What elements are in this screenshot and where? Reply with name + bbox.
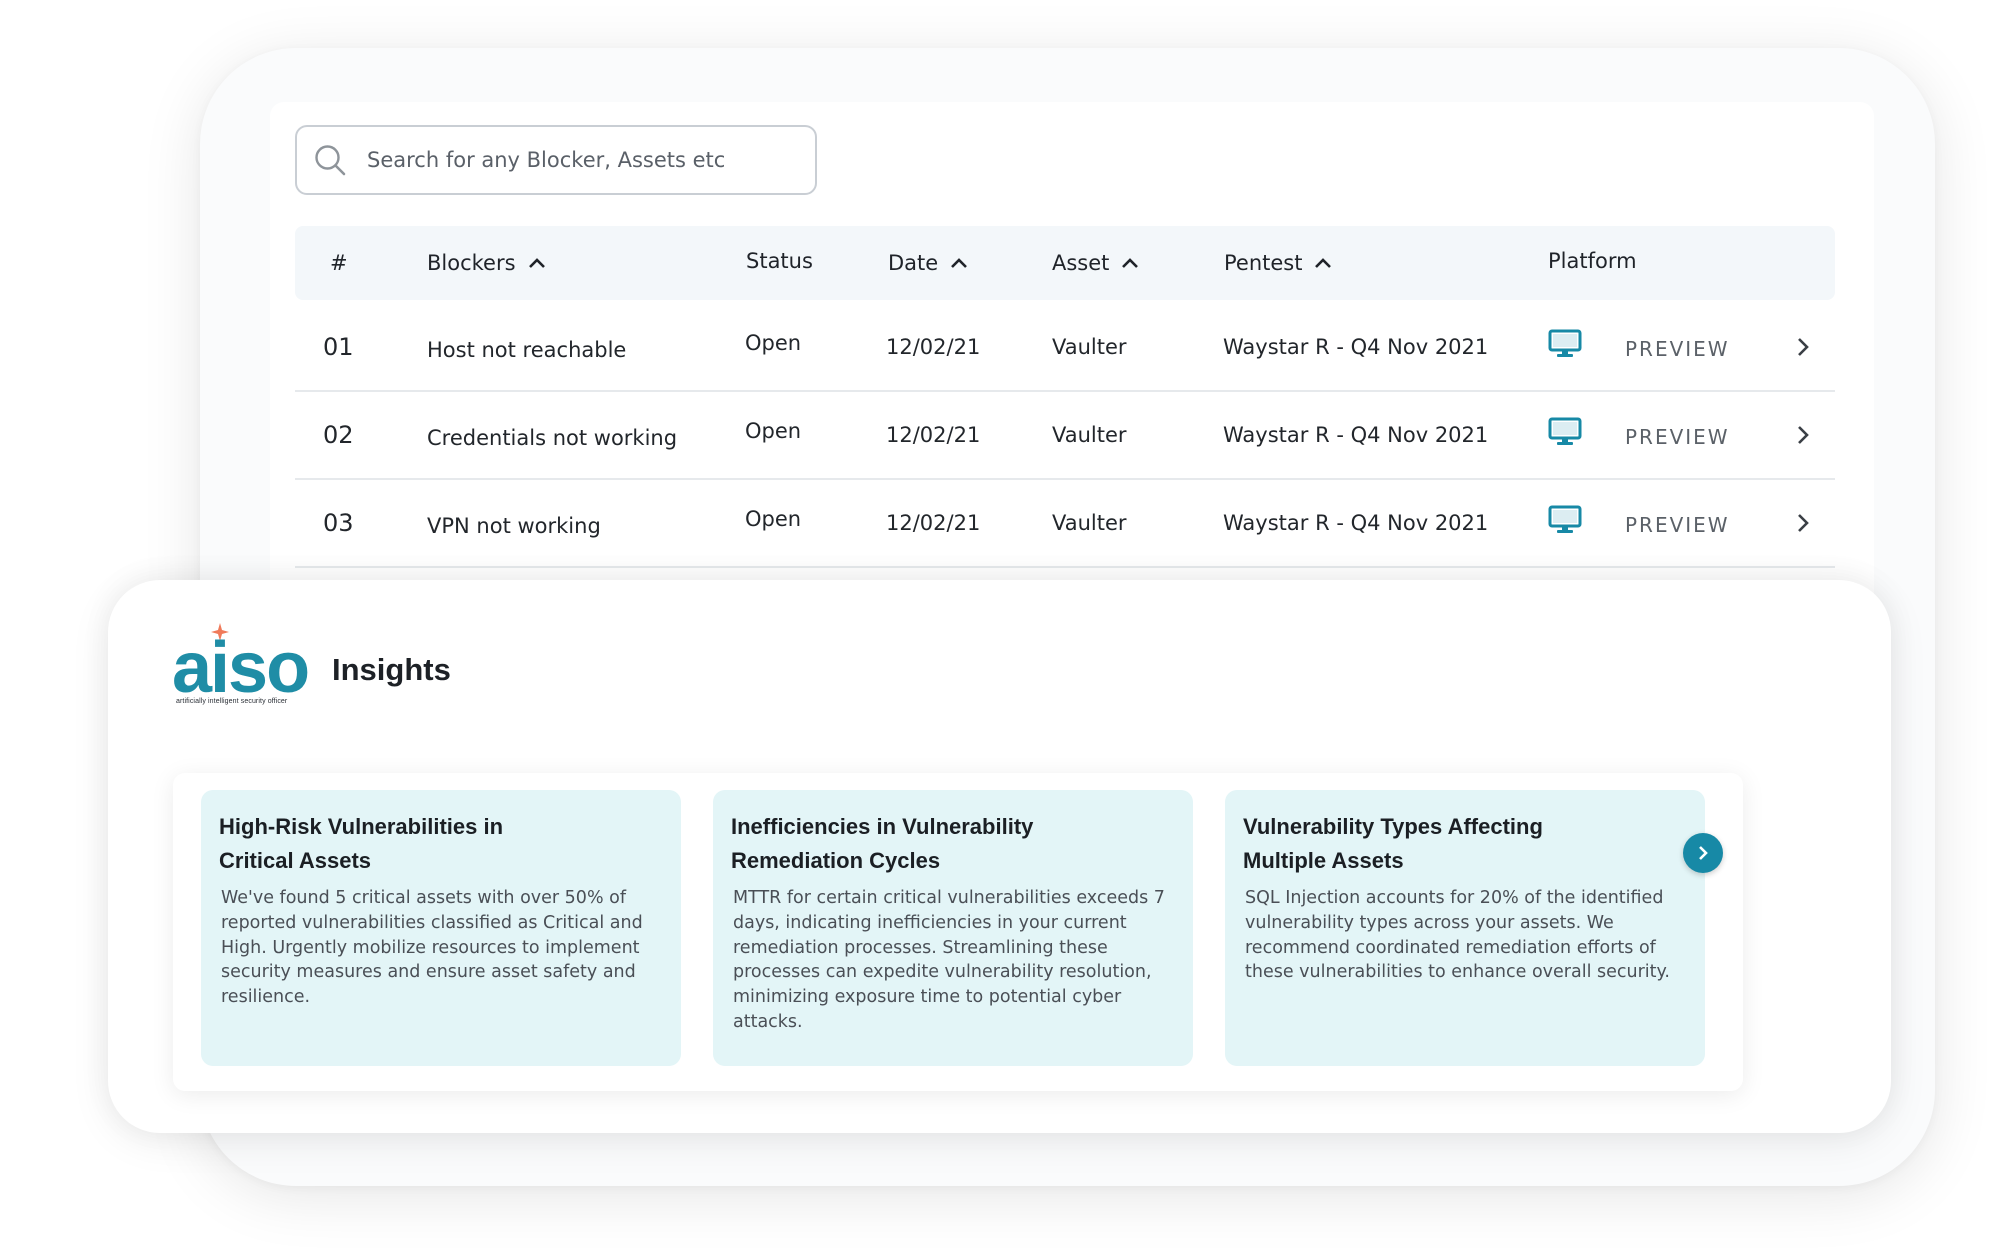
next-insights-button[interactable] — [1683, 833, 1723, 873]
platform-cell — [1548, 301, 1582, 387]
row-chevron[interactable] — [1795, 392, 1811, 478]
chevron-right-icon — [1798, 514, 1809, 532]
insight-card-title: Inefficiencies in Vulnerability Remediat… — [731, 810, 1173, 878]
insight-card-title-line: Vulnerability Types Affecting — [1243, 814, 1543, 839]
insight-card-title: Vulnerability Types Affecting Multiple A… — [1243, 810, 1685, 878]
preview-link[interactable]: PREVIEW — [1625, 394, 1730, 480]
row-date: 12/02/21 — [886, 511, 981, 535]
chevron-right-icon — [1798, 338, 1809, 356]
sort-chevron-up-icon — [528, 258, 545, 268]
column-header-index: # — [330, 226, 348, 300]
row-status: Open — [745, 507, 802, 531]
column-header-pentest[interactable]: Pentest — [1224, 226, 1332, 300]
search-input[interactable] — [367, 148, 815, 172]
row-blocker: Credentials not working — [427, 426, 678, 450]
insight-card-title: High-Risk Vulnerabilities in Critical As… — [219, 810, 661, 878]
chevron-right-icon — [1798, 426, 1809, 444]
row-asset: Vaulter — [1052, 511, 1127, 535]
row-blocker: VPN not working — [427, 514, 601, 538]
insight-card-body: SQL Injection accounts for 20% of the id… — [1245, 888, 1670, 983]
sort-chevron-up-icon — [1315, 258, 1332, 268]
column-header-pentest-label: Pentest — [1224, 251, 1303, 275]
column-header-platform: Platform — [1548, 224, 1637, 298]
search-icon — [313, 143, 347, 177]
row-asset: Vaulter — [1052, 423, 1127, 447]
insights-title: Insights — [332, 652, 451, 687]
row-pentest: Waystar R - Q4 Nov 2021 — [1223, 423, 1489, 447]
row-number: 02 — [323, 421, 354, 449]
row-pentest: Waystar R - Q4 Nov 2021 — [1223, 335, 1489, 359]
row-number: 03 — [323, 509, 354, 537]
search-box[interactable] — [295, 125, 817, 195]
row-number: 01 — [323, 333, 354, 361]
row-blocker: Host not reachable — [427, 338, 627, 362]
table-row[interactable]: 02 Credentials not working Open 12/02/21… — [295, 392, 1835, 480]
column-header-blockers[interactable]: Blockers — [427, 226, 546, 300]
preview-link[interactable]: PREVIEW — [1625, 482, 1730, 568]
sort-chevron-up-icon — [951, 258, 968, 268]
insight-card[interactable]: Vulnerability Types Affecting Multiple A… — [1225, 790, 1705, 1066]
monitor-icon — [1548, 417, 1582, 445]
preview-link[interactable]: PREVIEW — [1625, 306, 1730, 392]
insight-card-body: We've found 5 critical assets with over … — [221, 888, 643, 1008]
monitor-icon — [1548, 505, 1582, 533]
column-header-platform-label: Platform — [1548, 249, 1637, 273]
logo-wordmark: aiso — [172, 628, 310, 708]
insight-card-body: MTTR for certain critical vulnerabilitie… — [733, 888, 1165, 1032]
row-status: Open — [745, 331, 802, 355]
insight-card[interactable]: High-Risk Vulnerabilities in Critical As… — [201, 790, 681, 1066]
insight-card-title-line: Critical Assets — [219, 848, 372, 873]
column-header-date[interactable]: Date — [888, 226, 968, 300]
insight-card-title-line: Inefficiencies in Vulnerability — [731, 814, 1034, 839]
column-header-asset[interactable]: Asset — [1052, 226, 1139, 300]
row-date: 12/02/21 — [886, 423, 981, 447]
chevron-right-icon — [1699, 846, 1708, 860]
insight-card[interactable]: Inefficiencies in Vulnerability Remediat… — [713, 790, 1193, 1066]
row-pentest: Waystar R - Q4 Nov 2021 — [1223, 511, 1489, 535]
sort-chevron-up-icon — [1122, 258, 1139, 268]
aiso-logo: aiso artificially intelligent security o… — [172, 622, 322, 714]
insight-card-title-line: Multiple Assets — [1243, 848, 1404, 873]
column-header-date-label: Date — [888, 251, 939, 275]
column-header-blockers-label: Blockers — [427, 251, 516, 275]
row-date: 12/02/21 — [886, 335, 981, 359]
row-status: Open — [745, 419, 802, 443]
column-header-index-label: # — [330, 251, 348, 275]
table-row[interactable]: 01 Host not reachable Open 12/02/21 Vaul… — [295, 304, 1835, 392]
insight-card-title-line: High-Risk Vulnerabilities in — [219, 814, 504, 839]
table-row[interactable]: 03 VPN not working Open 12/02/21 Vaulter… — [295, 480, 1835, 568]
monitor-icon — [1548, 329, 1582, 357]
insight-card-title-line: Remediation Cycles — [731, 848, 941, 873]
platform-cell — [1548, 477, 1582, 563]
column-header-asset-label: Asset — [1052, 251, 1110, 275]
column-header-status: Status — [746, 224, 813, 298]
column-header-status-label: Status — [746, 249, 813, 273]
logo-tagline: artificially intelligent security office… — [176, 698, 288, 705]
table-header: # Blockers Status Date Asset Pentest Pla… — [295, 226, 1835, 300]
row-chevron[interactable] — [1795, 304, 1811, 390]
row-asset: Vaulter — [1052, 335, 1127, 359]
row-chevron[interactable] — [1795, 480, 1811, 566]
platform-cell — [1548, 389, 1582, 475]
